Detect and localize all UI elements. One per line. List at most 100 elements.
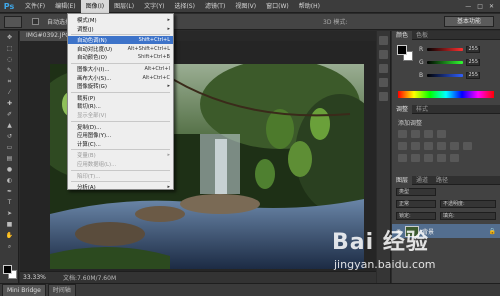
quick-select-tool-icon[interactable]: ✎ bbox=[3, 66, 16, 75]
image-menu-item[interactable]: 自动对比度(U) Alt+Shift+Ctrl+L bbox=[68, 45, 173, 53]
hue-saturation-icon[interactable] bbox=[411, 142, 420, 150]
clone-stamp-tool-icon[interactable]: ▲ bbox=[3, 121, 16, 130]
workspace-switcher-button[interactable]: 基本功能 bbox=[444, 16, 494, 27]
image-menu-item[interactable]: 裁切(R)... bbox=[68, 102, 173, 110]
red-channel-slider[interactable]: R 255 bbox=[419, 45, 499, 53]
image-menu-item[interactable]: 自动颜色(O) Shift+Ctrl+B bbox=[68, 53, 173, 61]
menu-file[interactable]: 文件(F) bbox=[20, 0, 50, 13]
menu-select[interactable]: 选择(S) bbox=[169, 0, 200, 13]
image-menu-item[interactable]: 图像旋转(G) ▸ bbox=[68, 82, 173, 90]
blue-channel-slider[interactable]: B 255 bbox=[419, 71, 499, 79]
channel-value[interactable]: 255 bbox=[466, 45, 480, 53]
image-menu-item[interactable]: 画布大小(S)... Alt+Ctrl+C bbox=[68, 74, 173, 82]
auto-select-checkbox[interactable] bbox=[32, 18, 39, 25]
minimize-button[interactable]: — bbox=[465, 3, 471, 10]
image-menu-item[interactable]: 复制(D)... bbox=[68, 123, 173, 131]
eraser-tool-icon[interactable]: ▭ bbox=[3, 143, 16, 152]
image-menu-item[interactable]: 应用图像(Y)... bbox=[68, 131, 173, 139]
tab-channels[interactable]: 通道 bbox=[412, 176, 432, 185]
eyedropper-tool-icon[interactable]: ⁄ bbox=[3, 88, 16, 97]
crop-tool-icon[interactable]: ⌗ bbox=[3, 77, 16, 86]
tab-adjustments[interactable]: 调整 bbox=[392, 104, 413, 114]
lock-controls[interactable]: 锁定: bbox=[396, 212, 436, 220]
character-panel-icon[interactable] bbox=[379, 64, 388, 73]
foreground-color-swatch[interactable] bbox=[3, 265, 12, 274]
curves-icon[interactable] bbox=[424, 130, 433, 138]
layer-kind-filter[interactable]: 类型 bbox=[396, 188, 436, 196]
blue-track[interactable] bbox=[427, 73, 463, 77]
tool-preset-picker[interactable] bbox=[4, 15, 22, 28]
tab-color[interactable]: 颜色 bbox=[392, 30, 413, 40]
tab-swatches[interactable]: 色板 bbox=[412, 31, 432, 40]
properties-panel-icon[interactable] bbox=[379, 50, 388, 59]
lasso-tool-icon[interactable]: ◌ bbox=[3, 55, 16, 64]
image-menu-item[interactable]: 图像大小(I)... Alt+Ctrl+I bbox=[68, 65, 173, 73]
image-menu-item[interactable]: 分析(A) ▸ bbox=[68, 183, 173, 191]
green-track[interactable] bbox=[427, 60, 463, 64]
tab-paths[interactable]: 路径 bbox=[432, 176, 452, 185]
healing-brush-tool-icon[interactable]: ✚ bbox=[3, 99, 16, 108]
image-menu-item[interactable]: 调整(J) ▸ bbox=[68, 25, 173, 33]
menu-edit[interactable]: 编辑(E) bbox=[50, 0, 80, 13]
image-menu-item[interactable]: 自动色调(N) Shift+Ctrl+L bbox=[68, 36, 173, 45]
maximize-button[interactable]: □ bbox=[477, 3, 483, 10]
photo-filter-icon[interactable] bbox=[450, 142, 459, 150]
menu-view[interactable]: 视图(V) bbox=[230, 0, 261, 13]
menu-item-shortcut: Alt+Ctrl+C bbox=[142, 74, 170, 81]
watermark-logo: Bai 经验 bbox=[332, 230, 429, 255]
menu-type[interactable]: 文字(Y) bbox=[139, 0, 169, 13]
paragraph-panel-icon[interactable] bbox=[379, 78, 388, 87]
green-channel-slider[interactable]: G 255 bbox=[419, 58, 499, 66]
tab-timeline[interactable]: 时间轴 bbox=[47, 283, 76, 296]
marquee-tool-icon[interactable]: ⬚ bbox=[3, 44, 16, 53]
gradient-map-icon[interactable] bbox=[437, 154, 446, 162]
blend-mode-select[interactable]: 正常 bbox=[396, 200, 436, 208]
image-menu-item[interactable]: 裁剪(P) bbox=[68, 94, 173, 102]
shape-tool-icon[interactable]: ■ bbox=[3, 220, 16, 229]
gradient-tool-icon[interactable]: ▤ bbox=[3, 154, 16, 163]
red-track[interactable] bbox=[427, 47, 463, 51]
type-tool-icon[interactable]: T bbox=[3, 198, 16, 207]
menu-layer[interactable]: 图层(L) bbox=[109, 0, 139, 13]
channel-value[interactable]: 255 bbox=[466, 71, 480, 79]
history-brush-tool-icon[interactable]: ↺ bbox=[3, 132, 16, 141]
posterize-icon[interactable] bbox=[411, 154, 420, 162]
tab-mini-bridge[interactable]: Mini Bridge bbox=[2, 283, 46, 296]
panel-foreground-swatch[interactable] bbox=[397, 45, 407, 55]
selective-color-icon[interactable] bbox=[450, 154, 459, 162]
image-menu-item[interactable]: 模式(M) ▸ bbox=[68, 16, 173, 24]
fill-field[interactable]: 填充: bbox=[440, 212, 496, 220]
close-button[interactable]: ✕ bbox=[489, 3, 494, 10]
submenu-arrow-icon: ▸ bbox=[167, 152, 170, 159]
color-spectrum-bar[interactable] bbox=[398, 91, 494, 98]
hand-tool-icon[interactable]: ✋ bbox=[3, 231, 16, 240]
brightness-contrast-icon[interactable] bbox=[398, 130, 407, 138]
brush-panel-icon[interactable] bbox=[379, 92, 388, 101]
tab-styles[interactable]: 样式 bbox=[412, 105, 432, 114]
threshold-icon[interactable] bbox=[424, 154, 433, 162]
channel-value[interactable]: 255 bbox=[466, 58, 480, 66]
opacity-field[interactable]: 不透明度: bbox=[440, 200, 496, 208]
move-tool-icon[interactable]: ✥ bbox=[3, 33, 16, 42]
channel-mixer-icon[interactable] bbox=[463, 142, 472, 150]
history-panel-icon[interactable] bbox=[379, 36, 388, 45]
menu-image[interactable]: 图像(I) bbox=[80, 0, 110, 13]
tab-layers[interactable]: 图层 bbox=[392, 175, 413, 185]
menu-help[interactable]: 帮助(H) bbox=[294, 0, 325, 13]
pen-tool-icon[interactable]: ✒ bbox=[3, 187, 16, 196]
black-white-icon[interactable] bbox=[437, 142, 446, 150]
path-select-tool-icon[interactable]: ➤ bbox=[3, 209, 16, 218]
exposure-icon[interactable] bbox=[437, 130, 446, 138]
zoom-level[interactable]: 33.33% bbox=[23, 274, 49, 281]
menu-filter[interactable]: 滤镜(T) bbox=[200, 0, 230, 13]
color-balance-icon[interactable] bbox=[424, 142, 433, 150]
image-menu-item[interactable]: 计算(C)... bbox=[68, 140, 173, 148]
blur-tool-icon[interactable]: ● bbox=[3, 165, 16, 174]
brush-tool-icon[interactable]: ✐ bbox=[3, 110, 16, 119]
dodge-tool-icon[interactable]: ◐ bbox=[3, 176, 16, 185]
vibrance-icon[interactable] bbox=[398, 142, 407, 150]
levels-icon[interactable] bbox=[411, 130, 420, 138]
zoom-tool-icon[interactable]: ⌕ bbox=[3, 242, 16, 251]
menu-window[interactable]: 窗口(W) bbox=[261, 0, 294, 13]
invert-icon[interactable] bbox=[398, 154, 407, 162]
